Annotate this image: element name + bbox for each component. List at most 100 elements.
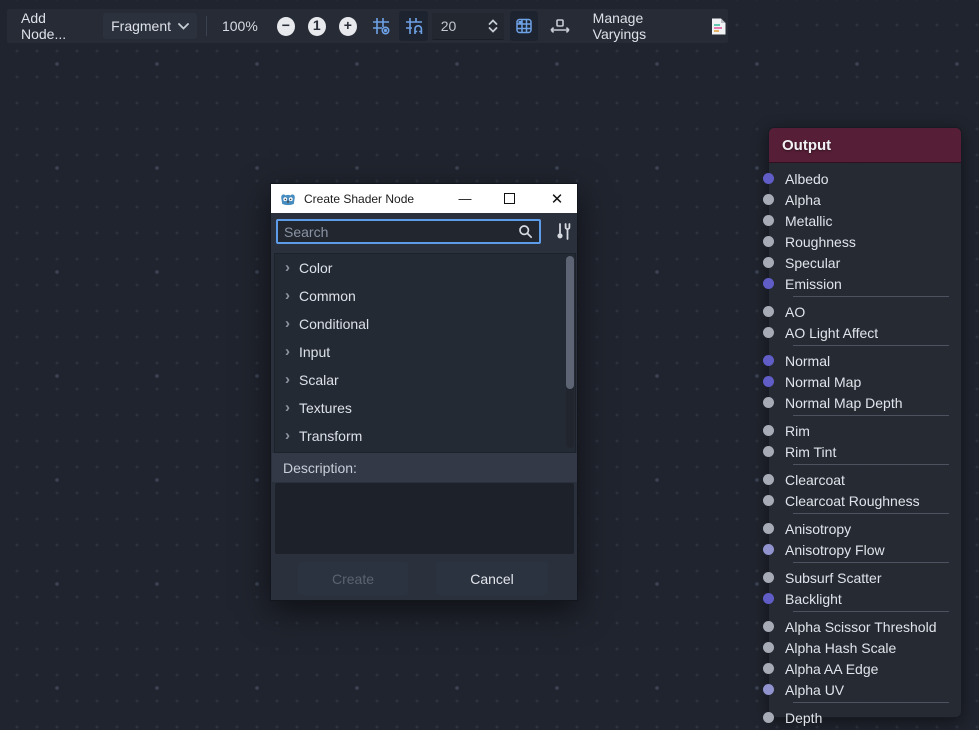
chevron-right-icon: › [285,399,299,416]
port-label: Normal Map [785,374,861,390]
port-label: Clearcoat [785,472,845,488]
port-row: Metallic [769,210,961,231]
tree-item-conditional[interactable]: ›Conditional [275,310,575,338]
tree-item-common[interactable]: ›Common [275,282,575,310]
port-connector[interactable] [763,523,774,534]
tree-item-scalar[interactable]: ›Scalar [275,366,575,394]
spinbox-updown-icon[interactable] [487,18,504,34]
port-label: Specular [785,255,840,271]
toggle-grid-button[interactable] [367,11,395,41]
port-connector[interactable] [763,397,774,408]
port-row: Backlight [769,588,961,609]
port-connector[interactable] [763,173,774,184]
port-connector[interactable] [763,642,774,653]
tree-item-transform[interactable]: ›Transform [275,422,575,450]
port-row: Alpha UV [769,679,961,700]
port-row: Depth [769,707,961,728]
chevron-right-icon: › [285,371,299,388]
port-row: Roughness [769,231,961,252]
port-connector[interactable] [763,425,774,436]
port-connector[interactable] [763,621,774,632]
search-icon [518,224,533,239]
port-connector[interactable] [763,474,774,485]
snap-distance-value: 20 [432,18,487,34]
port-connector[interactable] [763,446,774,457]
toolbar-separator [206,16,207,36]
port-row: Specular [769,252,961,273]
port-connector[interactable] [763,376,774,387]
port-row: Clearcoat Roughness [769,490,961,511]
minimize-button[interactable]: — [449,184,481,213]
tree-item-label: Transform [299,428,362,444]
port-label: Rim Tint [785,444,836,460]
output-node[interactable]: Output Albedo Alpha Metallic Roughness Specu… [768,127,962,718]
tree-item-label: Scalar [299,372,339,388]
port-row: Emission [769,273,961,294]
port-connector[interactable] [763,306,774,317]
tree-item-label: Color [299,260,332,276]
port-connector[interactable] [763,355,774,366]
port-label: Anisotropy [785,521,851,537]
port-row: Normal Map Depth [769,392,961,413]
port-label: Metallic [785,213,832,229]
port-connector[interactable] [763,257,774,268]
tree-item-textures[interactable]: ›Textures [275,394,575,422]
tree-item-input[interactable]: ›Input [275,338,575,366]
port-connector[interactable] [763,712,774,723]
shader-stage-dropdown[interactable]: Fragment [103,13,197,39]
minimap-icon [514,16,534,36]
port-row: Alpha [769,189,961,210]
port-connector[interactable] [763,215,774,226]
zoom-in-button[interactable]: + [339,17,357,36]
zoom-out-button[interactable]: − [277,17,295,36]
port-connector[interactable] [763,684,774,695]
port-connector[interactable] [763,495,774,506]
tree-item-label: Textures [299,400,352,416]
arrange-nodes-button[interactable] [546,11,574,41]
output-ports: Albedo Alpha Metallic Roughness Specular Emis… [769,163,961,728]
port-connector[interactable] [763,278,774,289]
toggle-minimap-button[interactable] [510,11,538,41]
filter-options-button[interactable] [554,221,574,242]
snap-distance-spinbox[interactable]: 20 [432,13,504,40]
port-connector[interactable] [763,572,774,583]
port-label: AO [785,304,805,320]
cancel-button[interactable]: Cancel [436,562,548,595]
output-node-header[interactable]: Output [769,128,961,163]
close-button[interactable]: ✕ [541,184,573,213]
port-row: AO [769,301,961,322]
maximize-icon [504,193,515,204]
port-label: Albedo [785,171,829,187]
add-node-button[interactable]: Add Node... [15,10,97,42]
search-placeholder: Search [278,224,518,240]
port-connector[interactable] [763,663,774,674]
manage-varyings-button[interactable]: Manage Varyings [587,10,701,42]
port-label: Alpha Hash Scale [785,640,896,656]
search-input[interactable]: Search [276,219,541,244]
port-connector[interactable] [763,544,774,555]
shader-stage-label: Fragment [111,18,171,34]
description-label: Description: [272,453,577,482]
port-connector[interactable] [763,194,774,205]
tree-item-color[interactable]: ›Color [275,254,575,282]
zoom-reset-button[interactable]: 1 [308,17,326,36]
port-connector[interactable] [763,327,774,338]
shader-file-button[interactable] [709,17,728,36]
port-connector[interactable] [763,236,774,247]
shader-file-icon [709,17,728,36]
port-group-separator [793,611,949,614]
create-button[interactable]: Create [298,562,408,595]
chevron-right-icon: › [285,315,299,332]
port-label: Subsurf Scatter [785,570,882,586]
port-row: Clearcoat [769,469,961,490]
port-row: AO Light Affect [769,322,961,343]
toggle-snapping-button[interactable] [399,11,427,41]
port-row: Normal [769,350,961,371]
port-label: Alpha UV [785,682,844,698]
port-label: AO Light Affect [785,325,878,341]
port-row: Anisotropy [769,518,961,539]
maximize-button[interactable] [493,184,525,213]
dialog-titlebar[interactable]: Create Shader Node — ✕ [271,184,577,213]
port-label: Depth [785,710,822,726]
port-connector[interactable] [763,593,774,604]
